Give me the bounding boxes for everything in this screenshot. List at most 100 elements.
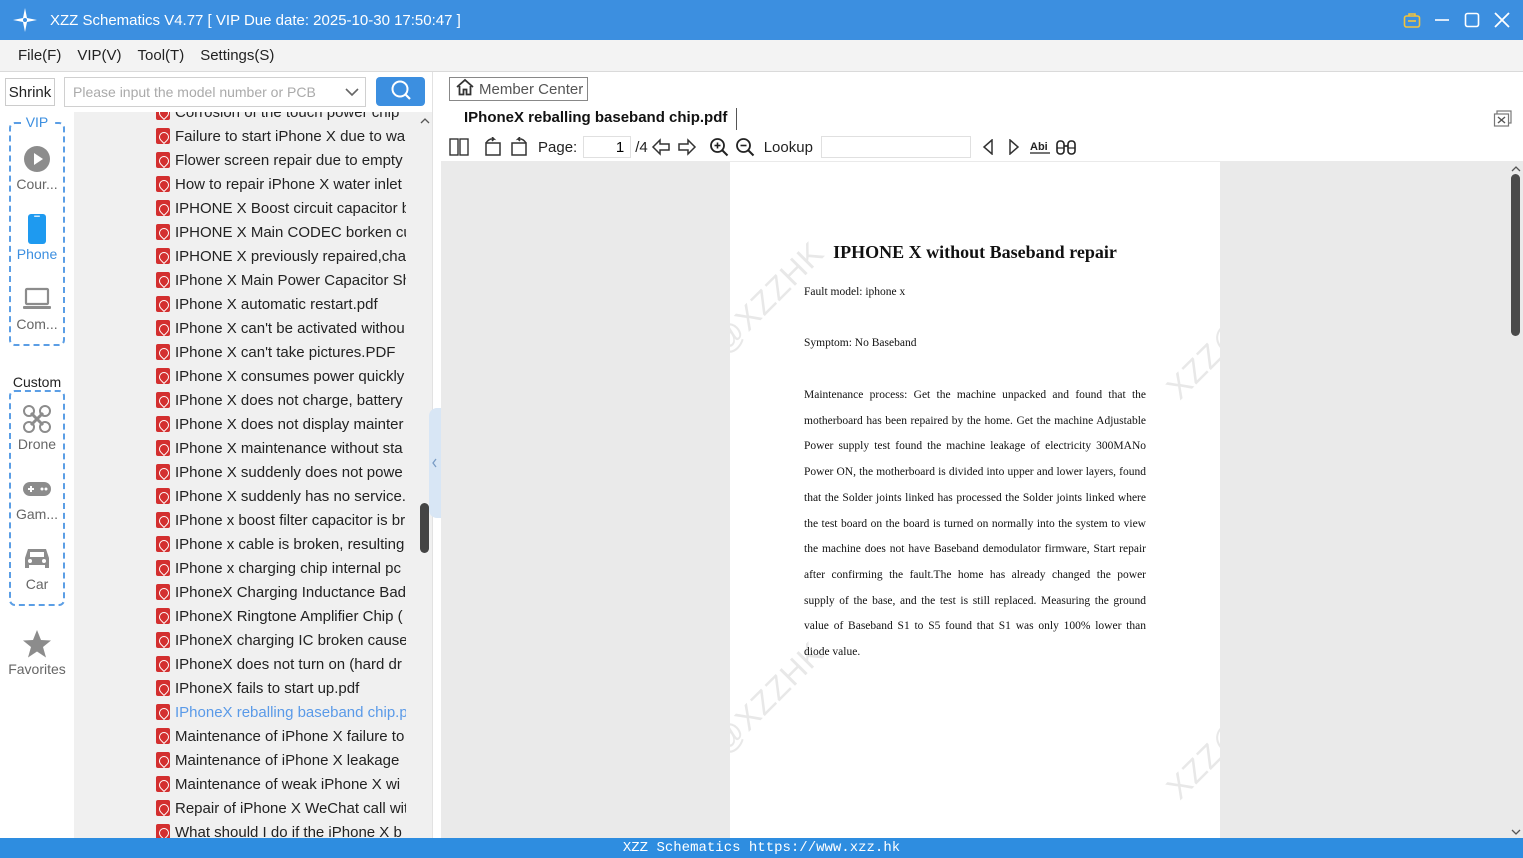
file-list-item[interactable]: Maintenance of weak iPhone X wi (156, 772, 406, 796)
pdf-file-icon (156, 704, 170, 720)
page-number-input[interactable] (583, 136, 632, 158)
pdf-file-icon (156, 296, 170, 312)
file-name: IPhoneX Charging Inductance Bad (175, 583, 406, 601)
file-name: IPhone X consumes power quickly (175, 367, 405, 385)
file-list-item[interactable]: Maintenance of iPhone X failure to (156, 724, 406, 748)
rail-item-games[interactable]: Gam... (0, 472, 74, 522)
rail-item-drone[interactable]: Drone (0, 402, 74, 452)
file-list-item[interactable]: IPHONE X Boost circuit capacitor b (156, 196, 406, 220)
two-page-icon[interactable] (446, 134, 472, 160)
zoom-in-icon[interactable] (706, 134, 732, 160)
pdf-file-icon (156, 176, 170, 192)
rail-item-courses[interactable]: Cour... (0, 142, 74, 192)
file-name: IPhone X does not charge, battery (175, 391, 403, 409)
file-list-item[interactable]: IPhone x cable is broken, resulting (156, 532, 406, 556)
app-logo-icon (11, 6, 39, 34)
rotate-left-icon[interactable] (480, 134, 506, 160)
file-list-item[interactable]: IPhoneX charging IC broken cause (156, 628, 406, 652)
rail-item-phone[interactable]: Phone (0, 212, 74, 262)
play-icon (0, 142, 74, 176)
search-icon (390, 79, 412, 104)
file-name: Maintenance of iPhone X leakage (175, 751, 400, 769)
file-list-item[interactable]: IPhone X suddenly has no service.p (156, 484, 406, 508)
rotate-right-icon[interactable] (506, 134, 532, 160)
file-list-item[interactable]: Corrosion of the touch power chip (156, 112, 406, 124)
close-tab-icon[interactable] (1493, 110, 1513, 128)
file-list-item[interactable]: IPHONE X previously repaired,char (156, 244, 406, 268)
file-list-item[interactable]: IPhone X consumes power quickly (156, 364, 406, 388)
rail-item-car[interactable]: Car (0, 542, 74, 592)
window-title: XZZ Schematics V4.77 [ VIP Due date: 202… (50, 11, 461, 29)
menu-file[interactable]: File(F) (18, 47, 61, 64)
pdf-file-icon (156, 320, 170, 336)
file-list-item[interactable]: IPhone X maintenance without sta (156, 436, 406, 460)
lookup-input[interactable] (820, 136, 971, 158)
page-total: /4 (635, 138, 648, 156)
pdf-file-icon (156, 632, 170, 648)
member-center-button[interactable]: Member Center (449, 77, 588, 101)
file-list-scroll-thumb[interactable] (420, 503, 429, 553)
menu-settings[interactable]: Settings(S) (200, 47, 274, 64)
model-search-box (64, 77, 366, 107)
search-button[interactable] (376, 77, 425, 106)
file-list-item[interactable]: IPhone X can't take pictures.PDF (156, 340, 406, 364)
rail-item-label: Favorites (8, 661, 66, 677)
minimize-icon[interactable] (1431, 9, 1453, 31)
binoculars-icon[interactable] (1053, 134, 1079, 160)
file-list-item[interactable]: IPhone X Main Power Capacitor Sh (156, 268, 406, 292)
file-list-item[interactable]: IPhone X can't be activated withou (156, 316, 406, 340)
pdf-file-icon (156, 584, 170, 600)
rail-item-label: Drone (17, 436, 57, 452)
rail-item-computer[interactable]: Com... (0, 282, 74, 332)
file-list-item[interactable]: IPhoneX fails to start up.pdf (156, 676, 406, 700)
file-name: IPhoneX Ringtone Amplifier Chip ( (175, 607, 403, 625)
collapse-handle[interactable] (429, 408, 441, 518)
star-icon (0, 627, 74, 661)
file-list-item[interactable]: Repair of iPhone X WeChat call wit (156, 796, 406, 820)
menu-vip[interactable]: VIP(V) (77, 47, 121, 64)
search-input[interactable] (65, 78, 339, 106)
rail-item-favorites[interactable]: Favorites (0, 627, 74, 677)
find-previous-icon[interactable] (975, 134, 1001, 160)
rail-item-label: Com... (16, 316, 58, 332)
next-page-icon[interactable] (674, 134, 700, 160)
pdf-page: XZZ@XZZHK XZZ@XZZHK XZZ@XZZHK XZZ@XZZHK … (730, 162, 1220, 838)
chevron-down-icon[interactable] (339, 87, 365, 97)
file-list-item[interactable]: IPhoneX Charging Inductance Bad (156, 580, 406, 604)
file-list-item[interactable]: IPhone X does not charge, battery (156, 388, 406, 412)
maximize-icon[interactable] (1461, 9, 1483, 31)
file-name: IPhone x boost filter capacitor is br (175, 511, 406, 529)
menu-bar: File(F) VIP(V) Tool(T) Settings(S) (0, 40, 1523, 72)
file-list-item[interactable]: IPhone x boost filter capacitor is br (156, 508, 406, 532)
file-list-item[interactable]: IPhoneX Ringtone Amplifier Chip ( (156, 604, 406, 628)
zoom-out-icon[interactable] (732, 134, 758, 160)
viewer-scroll-thumb[interactable] (1511, 174, 1520, 336)
match-case-icon[interactable]: Abi (1027, 134, 1053, 160)
tab-document[interactable]: IPhoneX reballing baseband chip.pdf (464, 109, 727, 126)
file-list-panel: Corrosion of the touch power chip Failure… (74, 112, 432, 838)
pdf-file-icon (156, 200, 170, 216)
status-bar: XZZ Schematics https://www.xzz.hk (0, 838, 1523, 858)
file-list-item[interactable]: IPhone X does not display mainter (156, 412, 406, 436)
file-name: Repair of iPhone X WeChat call wit (175, 799, 406, 817)
file-name: IPHONE X Boost circuit capacitor b (175, 199, 406, 217)
close-icon[interactable] (1491, 9, 1513, 31)
menu-tool[interactable]: Tool(T) (138, 47, 185, 64)
file-list-item[interactable]: Failure to start iPhone X due to wa (156, 124, 406, 148)
file-list-item[interactable]: Maintenance of iPhone X leakage (156, 748, 406, 772)
vip-badge-icon[interactable] (1401, 9, 1423, 31)
file-list-item[interactable]: IPhone X suddenly does not powe (156, 460, 406, 484)
shrink-button[interactable]: Shrink (5, 78, 55, 106)
find-next-icon[interactable] (1001, 134, 1027, 160)
file-list-item[interactable]: IPhoneX does not turn on (hard dr (156, 652, 406, 676)
file-list-item[interactable]: How to repair iPhone X water inlet (156, 172, 406, 196)
file-list-item[interactable]: Flower screen repair due to empty (156, 148, 406, 172)
file-list-item[interactable]: IPhone x charging chip internal pc (156, 556, 406, 580)
pdf-file-icon (156, 656, 170, 672)
file-list-item[interactable]: IPhoneX reballing baseband chip.p (156, 700, 406, 724)
file-list-item[interactable]: IPHONE X Main CODEC borken cu (156, 220, 406, 244)
file-list-item[interactable]: What should I do if the iPhone X b (156, 820, 406, 838)
pdf-file-icon (156, 272, 170, 288)
file-list-item[interactable]: IPhone X automatic restart.pdf (156, 292, 406, 316)
previous-page-icon[interactable] (648, 134, 674, 160)
